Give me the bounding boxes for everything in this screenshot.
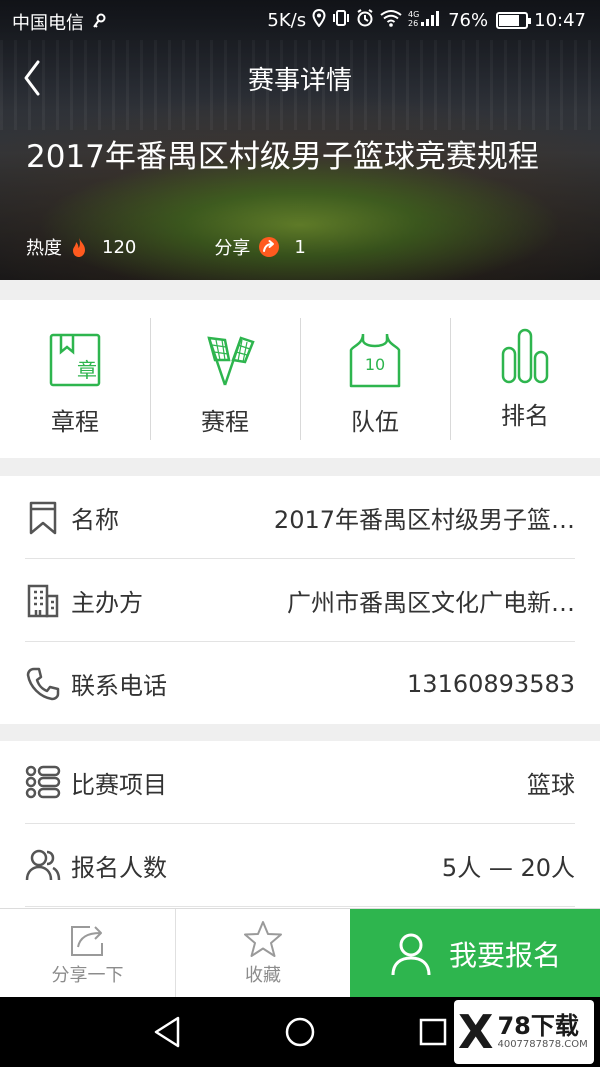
share-arrow-icon [259,237,280,257]
nav-back-icon[interactable] [150,1014,186,1050]
event-banner: 中国电信 5K/s 4G 26 76% 10:47 赛事详情 2017年番禺区村… [0,0,600,280]
menu-teams-label: 队伍 [351,408,399,436]
svg-text:4G: 4G [408,10,419,19]
rules-icon-text: 章 [77,358,97,382]
menu-schedule-label: 赛程 [201,408,249,436]
event-info-card: 名称 2017年番禺区村级男子篮… 主办方 广州市番禺区文化广电新… 联系电话 … [0,476,600,724]
people-icon [25,849,61,881]
nav-recents-icon[interactable] [415,1014,451,1050]
watermark-logo: X 78下载 4007787878.COM [454,1000,594,1064]
phone-icon [26,667,60,700]
event-title: 2017年番禺区村级男子篮球竞赛规程 [26,139,539,175]
detail-row-sport: 比赛项目 篮球 [25,741,575,824]
menu-rules[interactable]: 章 章程 [0,300,150,458]
event-detail-card: 比赛项目 篮球 报名人数 5人 — 20人 [0,741,600,908]
bottom-action-bar: 分享一下 收藏 我要报名 [0,908,600,998]
carrier-name: 中国电信 [12,13,84,34]
info-label: 联系电话 [71,672,167,700]
detail-row-participants: 报名人数 5人 — 20人 [25,824,575,907]
user-icon [391,933,431,975]
share-label: 分享 [214,238,251,259]
watermark-x-icon: X [458,1005,494,1059]
signal-icon: 4G 26 [408,9,442,32]
screen: 中国电信 5K/s 4G 26 76% 10:47 赛事详情 2017年番禺区村… [0,0,600,1067]
flame-icon [73,237,85,257]
list-icon [25,765,61,799]
info-value: 13160893583 [407,669,575,698]
detail-value: 5人 — 20人 [441,853,575,882]
rules-bookmark-icon: 章 [49,333,101,387]
info-value: 2017年番禺区村级男子篮… [273,505,575,534]
info-value: 广州市番禺区文化广电新… [287,588,575,617]
event-stats: 热度 120 分享 1 [26,234,306,260]
page-title: 赛事详情 [247,66,352,96]
info-row-name[interactable]: 名称 2017年番禺区村级男子篮… [25,476,575,559]
svg-text:26: 26 [408,19,418,27]
favorite-button-label: 收藏 [245,965,281,986]
info-label: 主办方 [71,588,143,617]
status-bar: 中国电信 5K/s 4G 26 76% 10:47 [0,0,600,40]
menu-teams[interactable]: 10 队伍 [300,300,450,458]
building-icon [27,584,59,618]
share-button-label: 分享一下 [51,965,124,986]
carrier: 中国电信 [12,9,106,35]
key-icon [92,13,106,34]
share-value: 1 [294,236,306,258]
battery-level [499,15,519,26]
heat-stat: 热度 120 [26,234,136,260]
share-icon [70,926,103,956]
battery-percent: 76% [448,10,489,31]
vibrate-icon [332,9,350,32]
flags-icon [207,336,255,386]
quick-menu: 章 章程 赛程 10 队伍 排名 [0,300,600,458]
info-row-phone[interactable]: 联系电话 13160893583 [25,642,575,725]
nav-home-icon[interactable] [282,1014,318,1050]
favorite-button[interactable]: 收藏 [175,909,350,997]
star-icon [244,921,282,957]
watermark-brand: 78下载 [497,1012,579,1040]
wifi-icon [380,9,402,32]
location-icon [312,8,326,32]
menu-ranking-label: 排名 [501,402,549,430]
heat-value: 120 [102,236,137,258]
jersey-icon: 10 [349,333,401,388]
menu-schedule[interactable]: 赛程 [150,300,300,458]
detail-value: 篮球 [527,770,575,799]
signup-button[interactable]: 我要报名 [350,909,600,998]
signup-button-label: 我要报名 [448,938,561,972]
share-stat: 分享 1 [214,234,305,260]
share-button[interactable]: 分享一下 [0,909,175,997]
info-label: 名称 [71,505,119,534]
bookmark-icon [29,501,57,535]
bar-chart-icon [501,328,549,384]
info-row-organizer[interactable]: 主办方 广州市番禺区文化广电新… [25,559,575,642]
menu-rules-label: 章程 [51,408,99,436]
jersey-icon-text: 10 [365,355,385,374]
watermark-url: 4007787878.COM [497,1039,588,1050]
alarm-icon [356,9,374,32]
status-icons: 5K/s 4G 26 76% 10:47 [267,8,586,32]
clock: 10:47 [534,10,586,31]
heat-label: 热度 [26,238,62,259]
menu-ranking[interactable]: 排名 [450,300,600,458]
battery-icon [496,12,532,29]
detail-label: 报名人数 [71,853,167,882]
network-speed: 5K/s [267,10,307,31]
detail-label: 比赛项目 [71,770,167,799]
